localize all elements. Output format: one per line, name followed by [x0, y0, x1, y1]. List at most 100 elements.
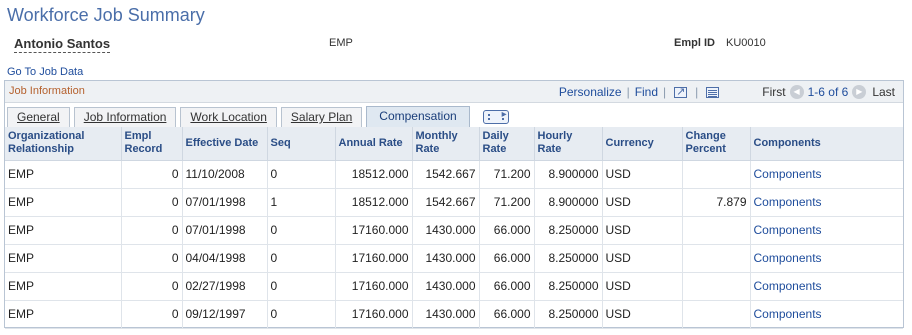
- cell-annual-rate: 17160.000: [334, 300, 412, 329]
- cell-empl-record: 0: [120, 160, 182, 189]
- cell-seq: 0: [266, 272, 335, 301]
- tab-label: Salary Plan: [290, 110, 353, 124]
- cell-annual-rate: 17160.000: [334, 244, 412, 273]
- col-header-annual-rate[interactable]: Annual Rate: [334, 127, 412, 161]
- col-header-currency[interactable]: Currency: [601, 127, 682, 161]
- tab-general[interactable]: General: [7, 107, 70, 127]
- table-row: EMP 0 04/04/1998 0 17160.000 1430.000 66.000 8.…: [5, 244, 903, 273]
- components-link[interactable]: Components: [754, 223, 822, 237]
- cell-annual-rate: 17160.000: [334, 272, 412, 301]
- cell-components: Components: [749, 160, 903, 189]
- toolbar-divider: |: [695, 85, 699, 99]
- show-all-columns-icon[interactable]: [482, 109, 509, 124]
- grid-tabs: General Job Information Work Location Sa…: [7, 106, 509, 127]
- find-link[interactable]: Find: [635, 85, 658, 99]
- components-link[interactable]: Components: [754, 167, 822, 181]
- cell-seq: 1: [266, 188, 335, 217]
- tab-salary-plan[interactable]: Salary Plan: [280, 107, 363, 127]
- cell-hourly-rate: 8.250000: [533, 216, 602, 245]
- employee-name[interactable]: Antonio Santos: [14, 36, 111, 53]
- personalize-link[interactable]: Personalize: [559, 85, 622, 99]
- tab-label: General: [17, 110, 60, 124]
- tab-label: Compensation: [379, 109, 457, 123]
- table-row: EMP 0 07/01/1998 0 17160.000 1430.000 66.000 8.…: [5, 216, 903, 245]
- chevron-right-icon[interactable]: ▶: [852, 85, 867, 99]
- cell-daily-rate: 66.000: [478, 300, 534, 329]
- row-count: 1-6 of 6: [807, 85, 849, 99]
- col-header-monthly-rate[interactable]: Monthly Rate: [411, 127, 479, 161]
- download-grid-icon[interactable]: [706, 86, 720, 98]
- col-header-effective-date[interactable]: Effective Date: [181, 127, 267, 161]
- cell-change-percent: [681, 244, 750, 273]
- cell-effective-date: 07/01/1998: [181, 216, 267, 245]
- tab-job-information[interactable]: Job Information: [73, 107, 177, 127]
- cell-org-relationship: EMP: [5, 188, 121, 217]
- tab-work-location[interactable]: Work Location: [180, 107, 277, 127]
- chevron-left-icon[interactable]: ◀: [789, 85, 804, 99]
- cell-hourly-rate: 8.250000: [533, 244, 602, 273]
- cell-currency: USD: [601, 300, 682, 329]
- cell-daily-rate: 66.000: [478, 216, 534, 245]
- cell-change-percent: [681, 160, 750, 189]
- view-all-icon[interactable]: [674, 85, 688, 98]
- cell-monthly-rate: 1430.000: [411, 244, 479, 273]
- cell-seq: 0: [266, 300, 335, 329]
- col-header-change-percent[interactable]: Change Percent: [681, 127, 750, 161]
- col-header-empl-record[interactable]: Empl Record: [120, 127, 182, 161]
- cell-org-relationship: EMP: [5, 216, 121, 245]
- cell-daily-rate: 71.200: [478, 160, 534, 189]
- nav-last-link[interactable]: Last: [872, 85, 895, 99]
- cell-hourly-rate: 8.900000: [533, 188, 602, 217]
- cell-empl-record: 0: [120, 300, 182, 329]
- cell-org-relationship: EMP: [5, 300, 121, 329]
- emplid-value: KU0010: [726, 37, 766, 49]
- toolbar-divider: |: [626, 85, 630, 99]
- compensation-table: Organizational Relationship Empl Record …: [5, 127, 903, 329]
- cell-change-percent: [681, 272, 750, 301]
- components-link[interactable]: Components: [754, 307, 822, 321]
- tab-label: Work Location: [190, 110, 267, 124]
- toolbar-divider: |: [663, 85, 667, 99]
- cell-change-percent: [681, 300, 750, 329]
- cell-monthly-rate: 1430.000: [411, 272, 479, 301]
- cell-annual-rate: 18512.000: [334, 160, 412, 189]
- cell-monthly-rate: 1542.667: [411, 160, 479, 189]
- table-header-row: Organizational Relationship Empl Record …: [5, 127, 903, 161]
- cell-daily-rate: 66.000: [478, 272, 534, 301]
- cell-effective-date: 07/01/1998: [181, 188, 267, 217]
- components-link[interactable]: Components: [754, 251, 822, 265]
- cell-currency: USD: [601, 188, 682, 217]
- cell-org-relationship: EMP: [5, 244, 121, 273]
- components-link[interactable]: Components: [754, 279, 822, 293]
- employee-type: EMP: [329, 37, 353, 49]
- cell-hourly-rate: 8.250000: [533, 272, 602, 301]
- cell-change-percent: 7.879: [681, 188, 750, 217]
- tab-compensation[interactable]: Compensation: [366, 106, 470, 127]
- col-header-seq[interactable]: Seq: [266, 127, 335, 161]
- col-header-hourly-rate[interactable]: Hourly Rate: [533, 127, 602, 161]
- cell-empl-record: 0: [120, 244, 182, 273]
- components-link[interactable]: Components: [754, 195, 822, 209]
- cell-components: Components: [749, 244, 903, 273]
- cell-annual-rate: 18512.000: [334, 188, 412, 217]
- cell-components: Components: [749, 188, 903, 217]
- cell-org-relationship: EMP: [5, 160, 121, 189]
- go-to-job-data-link[interactable]: Go To Job Data: [7, 66, 83, 78]
- cell-empl-record: 0: [120, 272, 182, 301]
- col-header-org-relationship[interactable]: Organizational Relationship: [5, 127, 121, 161]
- cell-daily-rate: 66.000: [478, 244, 534, 273]
- cell-currency: USD: [601, 244, 682, 273]
- tab-label: Job Information: [83, 110, 167, 124]
- cell-empl-record: 0: [120, 188, 182, 217]
- cell-annual-rate: 17160.000: [334, 216, 412, 245]
- cell-org-relationship: EMP: [5, 272, 121, 301]
- col-header-components[interactable]: Components: [749, 127, 903, 161]
- cell-seq: 0: [266, 216, 335, 245]
- cell-hourly-rate: 8.900000: [533, 160, 602, 189]
- cell-monthly-rate: 1542.667: [411, 188, 479, 217]
- nav-first-link[interactable]: First: [762, 85, 785, 99]
- cell-components: Components: [749, 272, 903, 301]
- col-header-daily-rate[interactable]: Daily Rate: [478, 127, 534, 161]
- cell-empl-record: 0: [120, 216, 182, 245]
- cell-currency: USD: [601, 216, 682, 245]
